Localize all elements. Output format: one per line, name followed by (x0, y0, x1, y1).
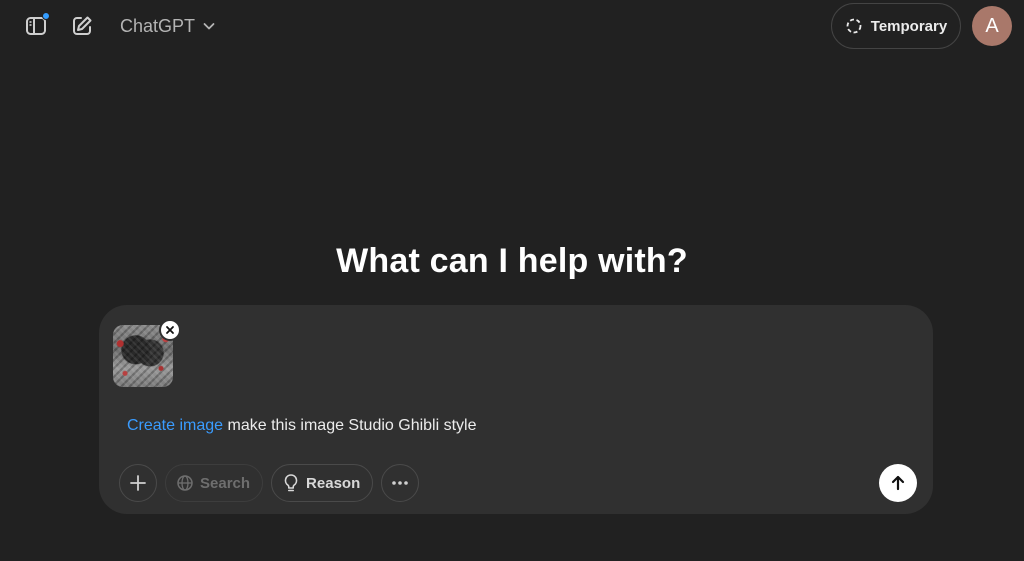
chevron-down-icon (203, 23, 215, 30)
notification-dot (42, 12, 50, 20)
lightbulb-icon (284, 474, 298, 492)
more-options-button[interactable] (381, 464, 420, 502)
sidebar-toggle-button[interactable] (18, 8, 54, 44)
avatar-initial: A (985, 14, 999, 37)
search-label: Search (200, 474, 251, 492)
dashed-circle-icon (846, 18, 862, 34)
remove-attachment-button[interactable] (159, 319, 181, 341)
close-icon (166, 326, 174, 334)
new-chat-icon (73, 16, 92, 35)
avatar[interactable]: A (972, 6, 1012, 46)
model-selector[interactable]: ChatGPT (112, 10, 225, 42)
new-chat-button[interactable] (64, 8, 100, 44)
composer-toolbar: Search Reason (119, 464, 420, 502)
prompt-text: make this image Studio Ghibli style (223, 417, 477, 434)
page-title: What can I help with? (336, 242, 688, 280)
arrow-up-icon (891, 475, 905, 491)
prompt-input[interactable]: Create image make this image Studio Ghib… (127, 417, 477, 435)
ellipsis-icon (392, 481, 409, 485)
plus-icon (130, 475, 146, 491)
reason-button[interactable]: Reason (271, 464, 374, 502)
send-button[interactable] (879, 464, 917, 502)
globe-icon (177, 475, 193, 491)
create-image-tag[interactable]: Create image (127, 417, 223, 434)
search-button[interactable]: Search (165, 464, 264, 502)
top-bar: ChatGPT Temporary A (0, 0, 1024, 52)
reason-label: Reason (306, 474, 361, 492)
message-composer: Create image make this image Studio Ghib… (99, 305, 933, 514)
temporary-label: Temporary (870, 17, 948, 35)
temporary-chat-button[interactable]: Temporary (831, 3, 961, 49)
model-name: ChatGPT (120, 15, 196, 36)
chatgpt-page: ChatGPT Temporary A What can I help with… (0, 0, 1024, 561)
add-attachment-button[interactable] (119, 464, 157, 502)
